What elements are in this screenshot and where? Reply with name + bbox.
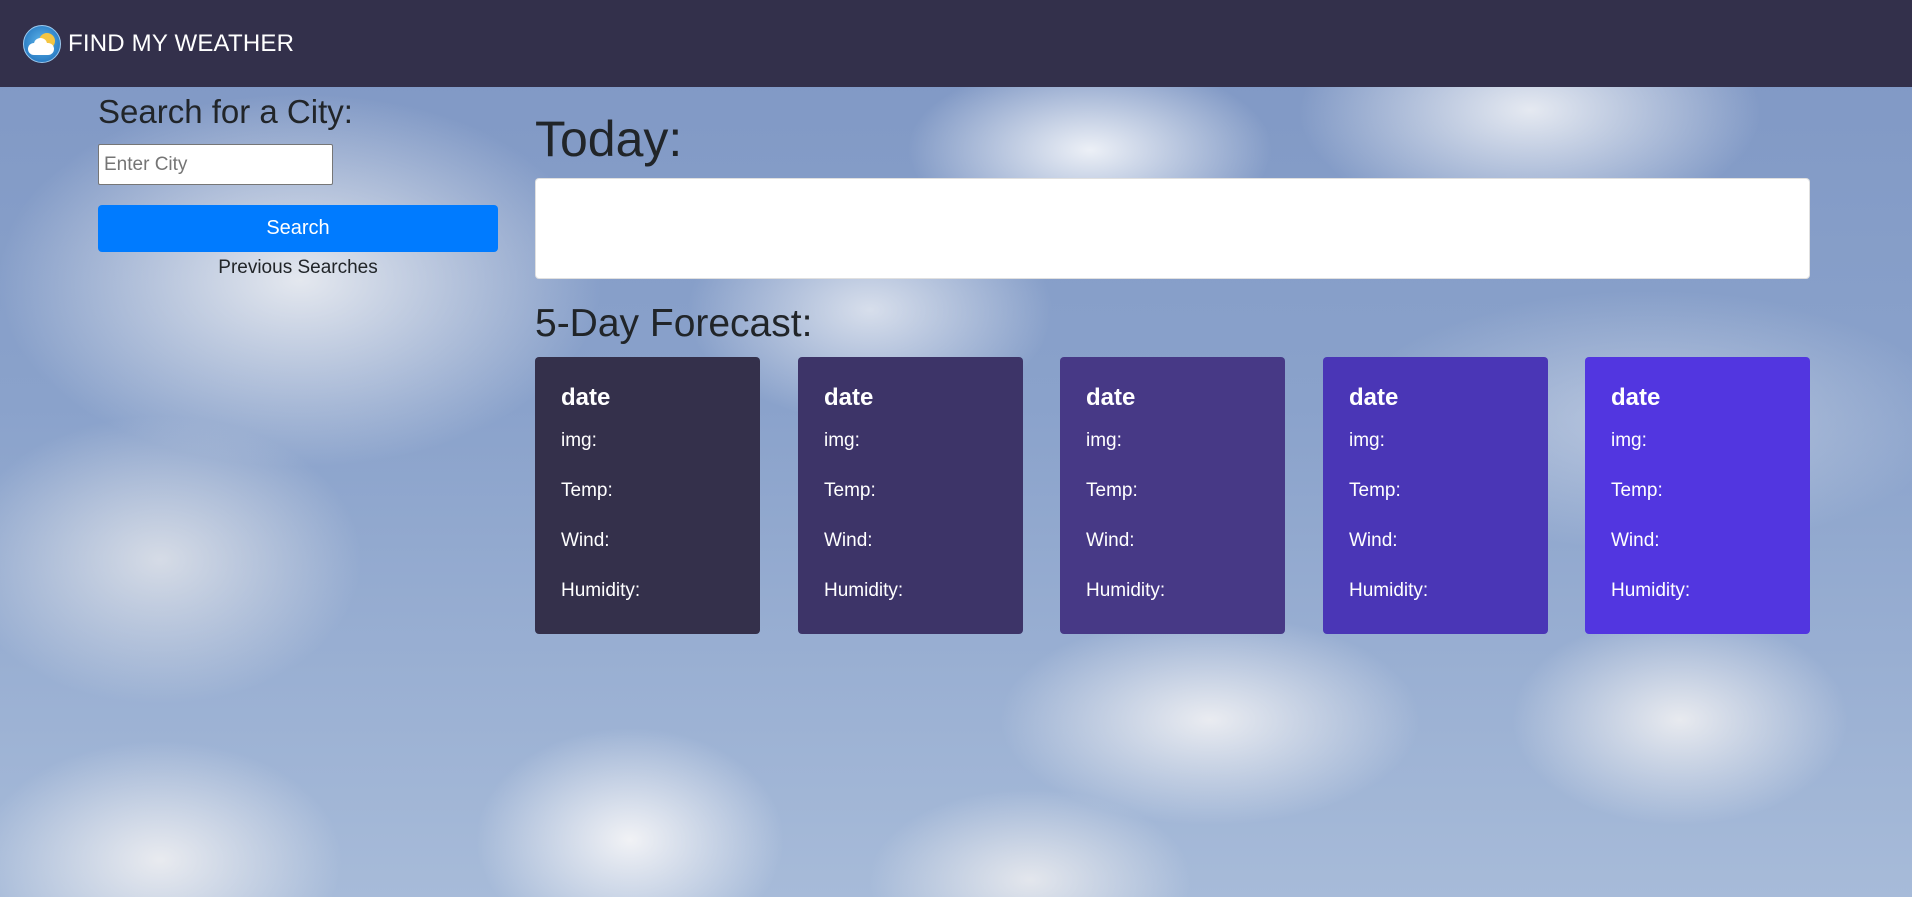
forecast-date: date [561,384,611,411]
previous-searches-label: Previous Searches [218,257,378,278]
forecast-card: date img: Temp: Wind: Humidity: [1323,357,1548,634]
forecast-img-label: img: [1349,430,1385,451]
forecast-humidity-label: Humidity: [1086,580,1166,601]
forecast-card: date img: Temp: Wind: Humidity: [535,357,760,634]
forecast-img-label: img: [1086,430,1122,451]
forecast-temp-label: Temp: [824,480,876,501]
forecast-wind-label: Wind: [1349,530,1398,551]
brand-title[interactable]: FIND MY WEATHER [68,30,294,58]
search-button[interactable]: Search [98,205,498,252]
forecast-humidity-label: Humidity: [824,580,904,601]
today-heading: Today: [535,111,683,167]
weather-sun-cloud-icon[interactable] [23,24,61,63]
forecast-card: date img: Temp: Wind: Humidity: [1585,357,1810,634]
today-weather-card [535,178,1810,279]
forecast-date: date [1086,384,1136,411]
forecast-img-label: img: [561,430,597,451]
forecast-temp-label: Temp: [1349,480,1401,501]
forecast-date: date [1349,384,1399,411]
forecast-temp-label: Temp: [561,480,613,501]
forecast-wind-label: Wind: [824,530,873,551]
search-heading: Search for a City: [98,93,353,130]
navbar: FIND MY WEATHER [0,0,1912,87]
forecast-img-label: img: [824,430,860,451]
forecast-card: date img: Temp: Wind: Humidity: [798,357,1023,634]
city-search-input[interactable] [98,144,333,185]
forecast-wind-label: Wind: [561,530,610,551]
forecast-heading: 5-Day Forecast: [535,302,813,345]
forecast-date: date [824,384,874,411]
forecast-humidity-label: Humidity: [1611,580,1691,601]
forecast-humidity-label: Humidity: [561,580,641,601]
forecast-temp-label: Temp: [1086,480,1138,501]
forecast-temp-label: Temp: [1611,480,1663,501]
forecast-date: date [1611,384,1661,411]
forecast-humidity-label: Humidity: [1349,580,1429,601]
forecast-card: date img: Temp: Wind: Humidity: [1060,357,1285,634]
forecast-wind-label: Wind: [1611,530,1660,551]
forecast-wind-label: Wind: [1086,530,1135,551]
forecast-img-label: img: [1611,430,1647,451]
